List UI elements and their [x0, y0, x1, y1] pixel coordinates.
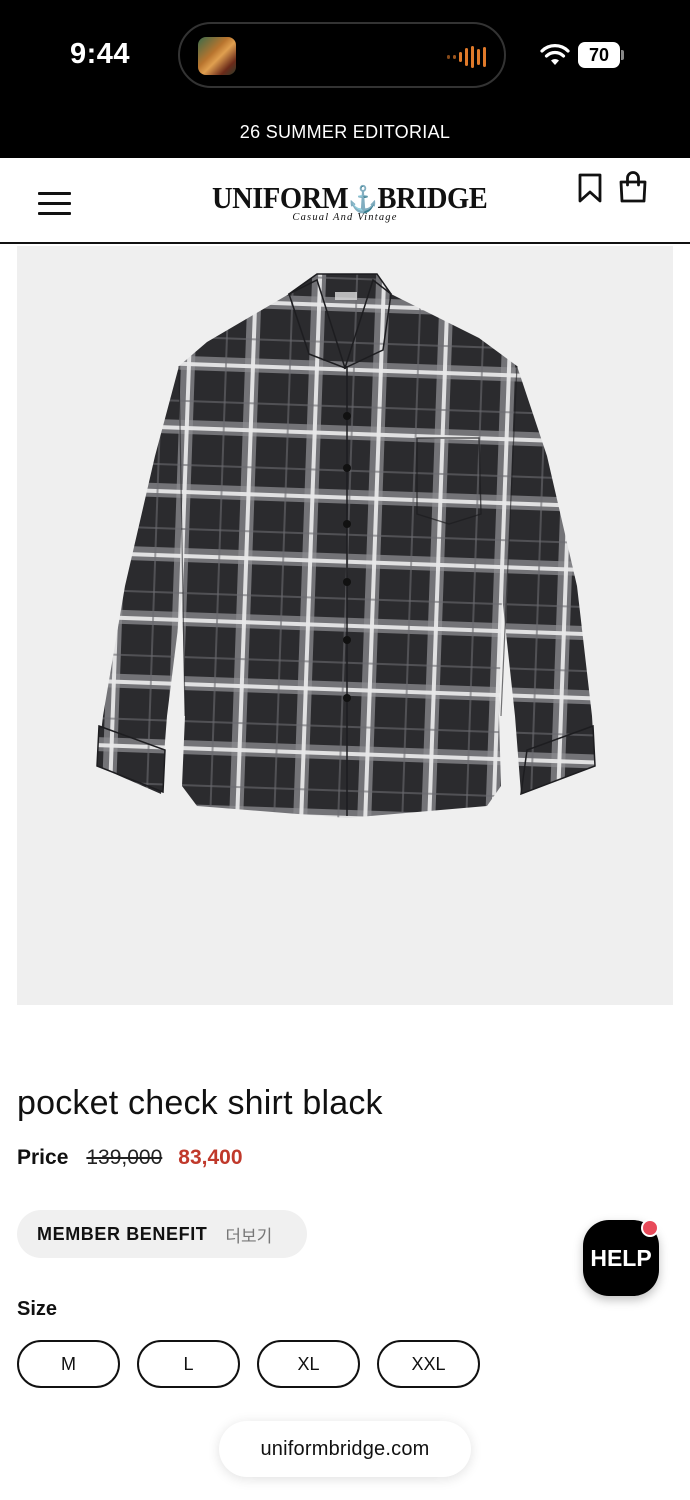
battery-indicator: 70 — [578, 42, 620, 68]
shopping-bag-icon[interactable] — [618, 170, 648, 204]
price-row: Price 139,000 83,400 — [17, 1146, 243, 1170]
anchor-icon: ⚓ — [348, 185, 378, 214]
battery-nub — [621, 50, 624, 60]
status-bar: 9:44 70 — [0, 0, 690, 112]
size-label: Size — [17, 1298, 58, 1320]
audio-waveform-icon — [447, 46, 486, 68]
notification-dot — [641, 1219, 659, 1237]
wifi-icon — [540, 44, 570, 65]
size-option-xl[interactable]: XL — [257, 1340, 360, 1388]
plaid-shirt-image — [96, 273, 596, 818]
logo-text-left: UNIFORM — [211, 180, 349, 215]
original-price: 139,000 — [86, 1146, 163, 1169]
product-image[interactable] — [17, 246, 673, 1005]
price-label: Price — [17, 1146, 69, 1169]
size-options: M L XL XXL — [17, 1340, 480, 1388]
brand-logo[interactable]: UNIFORM⚓BRIDGE Casual And Vintage — [200, 180, 490, 223]
logo-text-right: BRIDGE — [377, 180, 488, 215]
dynamic-island[interactable] — [178, 22, 506, 88]
size-option-m[interactable]: M — [17, 1340, 120, 1388]
member-benefit-button[interactable]: MEMBER BENEFIT 더보기 — [17, 1210, 307, 1258]
now-playing-artwork — [198, 37, 236, 75]
view-more-link[interactable]: 더보기 — [225, 1222, 272, 1247]
bookmark-icon[interactable] — [576, 172, 604, 204]
product-title: pocket check shirt black — [17, 1084, 383, 1122]
announcement-bar[interactable]: 26 SUMMER EDITORIAL — [0, 112, 690, 158]
site-header: UNIFORM⚓BRIDGE Casual And Vintage — [0, 158, 690, 244]
logo-wordmark: UNIFORM⚓BRIDGE — [211, 180, 488, 216]
size-option-xxl[interactable]: XXL — [377, 1340, 480, 1388]
browser-url-bar[interactable]: uniformbridge.com — [219, 1421, 471, 1477]
size-option-l[interactable]: L — [137, 1340, 240, 1388]
member-benefit-label: MEMBER BENEFIT — [37, 1223, 208, 1244]
sale-price: 83,400 — [178, 1146, 243, 1169]
menu-button[interactable] — [38, 192, 72, 216]
status-time: 9:44 — [70, 38, 131, 70]
